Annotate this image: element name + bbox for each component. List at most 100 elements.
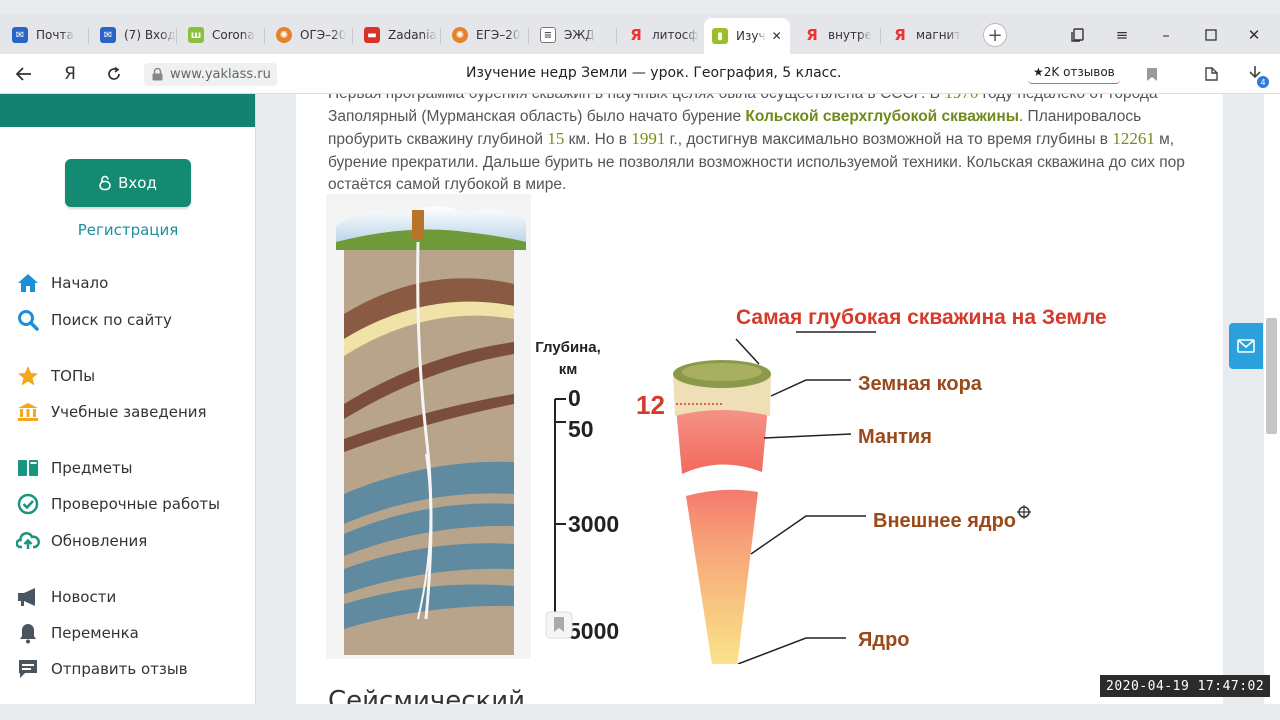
maximize-icon[interactable] xyxy=(1199,24,1223,46)
sidebar-item-tests[interactable]: Проверочные работы xyxy=(16,491,220,517)
yandex-home-icon[interactable]: Я xyxy=(58,62,82,86)
tab-divider xyxy=(264,28,265,44)
check-circle-icon xyxy=(16,492,40,516)
depth-scale-unit: км xyxy=(559,361,578,378)
next-section-heading: Сейсмический xyxy=(328,686,526,704)
tab-label: Corona xyxy=(212,28,255,42)
bookmark-icon[interactable] xyxy=(1140,62,1164,86)
tab-bar: ✉ Почта ✉ (7) Вход ш Corona ✺ ОГЭ–20 ▬ Z… xyxy=(0,14,1280,54)
star-icon xyxy=(16,364,40,388)
sidebar-item-label: Поиск по сайту xyxy=(51,311,172,329)
scrollbar-thumb[interactable] xyxy=(1266,318,1277,434)
sidebar-item-label: Начало xyxy=(51,274,109,292)
sidebar-item-label: Проверочные работы xyxy=(51,495,220,513)
sidebar-item-home[interactable]: Начало xyxy=(16,270,108,296)
sidebar-item-search[interactable]: Поиск по сайту xyxy=(16,307,172,333)
doc-icon: ≡ xyxy=(540,27,556,43)
bookmark-icon[interactable] xyxy=(545,611,573,639)
sidebar-item-news[interactable]: Новости xyxy=(16,584,116,610)
tab-label: ОГЭ–20 xyxy=(300,28,347,42)
collections-icon[interactable] xyxy=(1066,24,1090,46)
earth-crust-cylinder: 12 xyxy=(636,360,771,474)
year-1970: 1970 xyxy=(944,94,978,102)
text-fragment: г., достигнув максимально возможной на т… xyxy=(665,131,1113,148)
crust-label: Земная кора xyxy=(858,373,983,395)
yandex-icon: Я xyxy=(806,26,818,44)
depth-tick-5000: 5000 xyxy=(568,618,619,644)
text-fragment: Первая программа бурения скважин в научн… xyxy=(328,94,944,102)
tab-label: Почта xyxy=(36,28,74,42)
close-window-icon[interactable]: ✕ xyxy=(1242,24,1266,46)
envelope-icon xyxy=(1237,339,1255,353)
tab-1[interactable]: ✉ (7) Вход xyxy=(100,22,176,48)
yaklass-icon: ▮ xyxy=(712,28,728,44)
web-icon: ш xyxy=(188,27,204,43)
sun-icon: ✺ xyxy=(452,27,468,43)
tab-7[interactable]: Я литосф xyxy=(628,22,699,48)
tab-label: Zadania xyxy=(388,28,437,42)
sidebar: Вход Регистрация Начало Поиск по сайту Т… xyxy=(0,94,256,704)
tab-label: ЭЖД xyxy=(564,28,595,42)
depth-tick-0: 0 xyxy=(568,385,581,411)
sidebar-item-label: Учебные заведения xyxy=(51,403,207,421)
extensions-icon[interactable] xyxy=(1200,62,1224,86)
lesson-content: Первая программа бурения скважин в научн… xyxy=(296,94,1223,704)
bell-icon xyxy=(16,621,40,645)
tab-divider xyxy=(88,28,89,44)
reload-icon[interactable] xyxy=(102,62,126,86)
tab-0[interactable]: ✉ Почта xyxy=(12,22,74,48)
tab-3[interactable]: ✺ ОГЭ–20 xyxy=(276,22,346,48)
login-label: Вход xyxy=(118,174,157,192)
tab-label: литосф xyxy=(652,28,699,42)
depth-tick-50: 50 xyxy=(568,416,594,442)
new-tab-button[interactable]: + xyxy=(983,23,1007,47)
mail-icon: ✉ xyxy=(12,27,28,43)
video-timestamp: 2020-04-19 17:47:02 xyxy=(1100,675,1271,697)
tab-divider xyxy=(352,28,353,44)
tab-label: (7) Вход xyxy=(124,28,176,42)
login-button[interactable]: Вход xyxy=(65,159,191,207)
tab-2[interactable]: ш Corona xyxy=(188,22,255,48)
tab-4[interactable]: ▬ Zadania xyxy=(364,22,437,48)
sidebar-item-label: Переменка xyxy=(51,624,139,642)
sidebar-item-subjects[interactable]: Предметы xyxy=(16,455,133,481)
sidebar-item-feedback[interactable]: Отправить отзыв xyxy=(16,656,188,682)
sidebar-item-label: Предметы xyxy=(51,459,133,477)
well-name-link[interactable]: Кольской сверхглубокой скважины xyxy=(745,108,1019,125)
reached-depth: 12261 xyxy=(1112,129,1155,148)
tab-divider xyxy=(880,28,881,44)
downloads-icon[interactable]: 4 xyxy=(1244,62,1269,88)
tab-6[interactable]: ≡ ЭЖД xyxy=(540,22,595,48)
menu-icon[interactable]: ≡ xyxy=(1110,24,1134,46)
tab-9[interactable]: Я внутре xyxy=(804,22,872,48)
back-icon[interactable] xyxy=(12,62,36,86)
sidebar-item-break[interactable]: Переменка xyxy=(16,620,139,646)
tab-divider xyxy=(176,28,177,44)
year-1991: 1991 xyxy=(631,129,666,148)
tab-10[interactable]: Я магнит xyxy=(892,22,961,48)
register-link[interactable]: Регистрация xyxy=(0,221,256,239)
sidebar-item-updates[interactable]: Обновления xyxy=(16,528,147,554)
yandex-icon: Я xyxy=(630,26,642,44)
feedback-mail-button[interactable] xyxy=(1229,323,1263,369)
sidebar-item-tops[interactable]: ТОПы xyxy=(16,363,95,389)
tab-5[interactable]: ✺ ЕГЭ–20 xyxy=(452,22,521,48)
url-text: www.yaklass.ru xyxy=(170,67,271,82)
doc-icon: ▬ xyxy=(364,27,380,43)
depth-tick-3000: 3000 xyxy=(568,511,619,537)
depth-scale-title: Глубина, xyxy=(535,339,601,356)
minimize-icon[interactable]: – xyxy=(1154,24,1178,46)
sidebar-item-label: Отправить отзыв xyxy=(51,660,188,678)
sidebar-item-institutions[interactable]: Учебные заведения xyxy=(16,399,207,425)
tab-8-active[interactable]: ▮ Изуч ✕ xyxy=(704,18,790,54)
lock-icon xyxy=(99,175,111,191)
core-label: Ядро xyxy=(858,629,910,651)
mail-icon: ✉ xyxy=(100,27,116,43)
reviews-button[interactable]: ★2K отзывов xyxy=(1028,60,1120,84)
sidebar-item-label: Обновления xyxy=(51,532,148,550)
close-tab-icon[interactable]: ✕ xyxy=(772,29,782,43)
feedback-icon xyxy=(16,657,40,681)
downloads-badge: 4 xyxy=(1257,76,1269,88)
url-field[interactable]: www.yaklass.ru xyxy=(144,63,277,86)
lock-icon xyxy=(152,68,163,81)
